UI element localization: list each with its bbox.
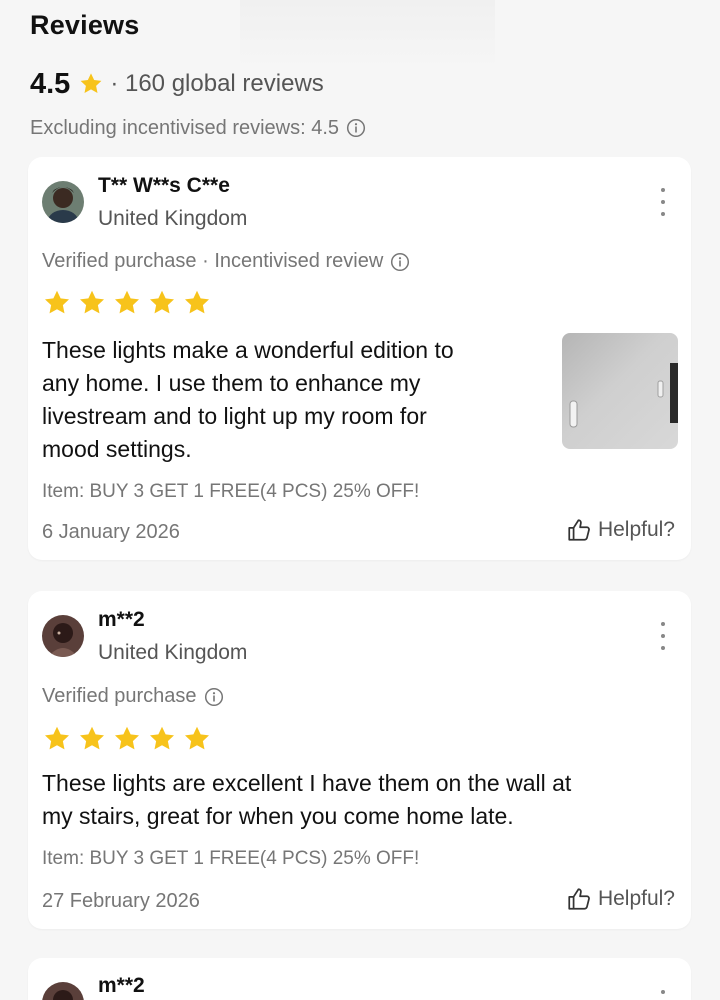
review-card: T** W**s C**e United Kingdom Verified pu…	[28, 157, 691, 560]
star-icon	[150, 726, 174, 750]
review-date: 27 February 2026	[42, 890, 200, 912]
helpful-label: Helpful?	[597, 518, 675, 541]
star-icon	[185, 290, 209, 314]
review-text: These lights make a wonderful edition to…	[42, 337, 454, 462]
review-author: m**2	[98, 608, 145, 631]
review-meta: Verified purchase · Incentivised review	[42, 250, 410, 273]
helpful-label: Helpful?	[597, 887, 675, 910]
global-reviews-count: · 160 global reviews	[110, 70, 324, 97]
helpful-button[interactable]: Helpful?	[566, 517, 675, 543]
avatar	[42, 615, 84, 657]
excluding-text: Excluding incentivised reviews: 4.5	[30, 116, 340, 139]
review-date: 6 January 2026	[42, 521, 180, 543]
review-card: m**2	[28, 958, 691, 1000]
review-author: T** W**s C**e	[98, 174, 230, 197]
page-title: Reviews	[30, 10, 140, 40]
blurred-header-area	[240, 0, 495, 70]
helpful-button[interactable]: Helpful?	[566, 886, 675, 912]
avatar	[42, 982, 84, 1000]
info-icon[interactable]	[204, 687, 224, 707]
avatar	[42, 181, 84, 223]
verified-incentivised-label: Verified purchase · Incentivised review	[42, 250, 384, 272]
star-icon	[115, 726, 139, 750]
star-icon	[80, 290, 104, 314]
thumbs-up-icon	[568, 888, 590, 910]
star-icon	[150, 290, 174, 314]
review-country: United Kingdom	[98, 641, 248, 664]
reviews-page: Reviews 4.5 · 160 global reviews Excludi…	[0, 0, 720, 1000]
more-options-icon[interactable]	[657, 622, 669, 650]
star-icon	[45, 290, 69, 314]
review-author: m**2	[98, 974, 145, 997]
review-item: Item: BUY 3 GET 1 FREE(4 PCS) 25% OFF!	[42, 848, 420, 869]
review-country: United Kingdom	[98, 207, 248, 230]
star-rating	[42, 724, 212, 754]
star-icon	[80, 726, 104, 750]
star-icon	[115, 290, 139, 314]
review-photo[interactable]	[562, 333, 678, 449]
star-icon	[80, 73, 102, 93]
review-item: Item: BUY 3 GET 1 FREE(4 PCS) 25% OFF!	[42, 481, 420, 502]
more-options-icon[interactable]	[657, 188, 669, 216]
overall-rating: 4.5 · 160 global reviews	[30, 64, 324, 104]
review-meta: Verified purchase	[42, 685, 224, 708]
star-icon	[45, 726, 69, 750]
rating-value: 4.5	[30, 67, 71, 100]
info-icon[interactable]	[346, 118, 366, 138]
star-icon	[185, 726, 209, 750]
review-card: m**2 United Kingdom Verified purchase Th…	[28, 591, 691, 929]
verified-label: Verified purchase	[42, 685, 197, 707]
excluding-incentivised: Excluding incentivised reviews: 4.5	[30, 114, 366, 142]
star-rating	[42, 288, 212, 318]
review-text: These lights are excellent I have them o…	[42, 770, 572, 829]
thumbs-up-icon	[568, 519, 590, 541]
info-icon[interactable]	[390, 252, 410, 272]
more-options-icon[interactable]	[657, 990, 669, 1000]
